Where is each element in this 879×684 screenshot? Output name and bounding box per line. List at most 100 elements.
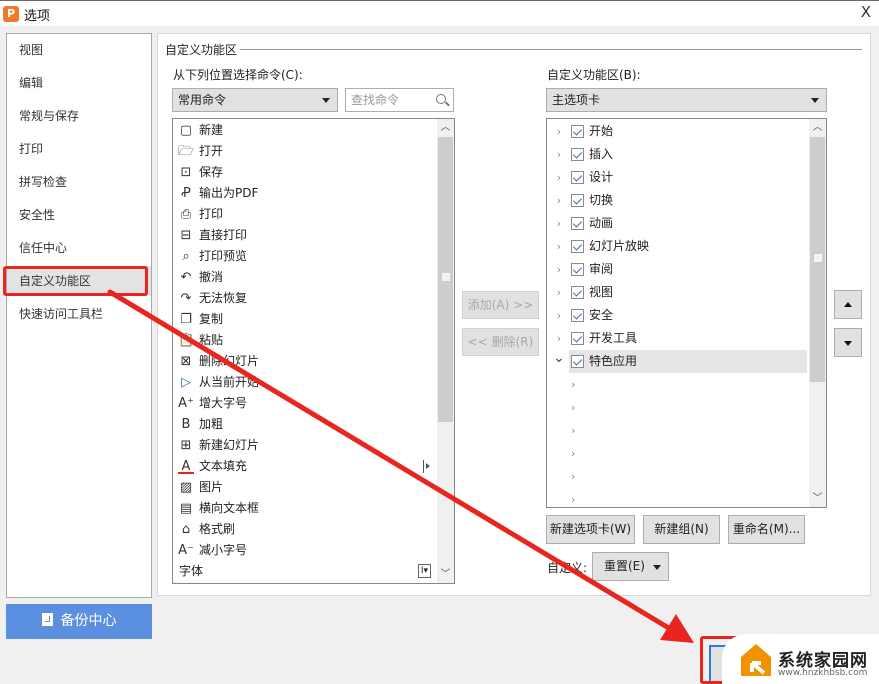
command-item[interactable]: 🗁 打开: [175, 141, 435, 162]
tab-checkbox[interactable]: [571, 309, 584, 322]
command-item[interactable]: ⊞ 新建幻灯片: [175, 435, 435, 456]
sidebar-item-view[interactable]: 视图: [7, 35, 151, 65]
move-down-button[interactable]: [834, 328, 862, 357]
arrow-up-icon: [844, 302, 852, 307]
tab-checkbox[interactable]: [571, 217, 584, 230]
command-item[interactable]: ⊟ 直接打印: [175, 225, 435, 246]
scroll-up-icon[interactable]: ︿: [437, 119, 454, 136]
scrollbar-thumb[interactable]: [810, 137, 825, 382]
ribbon-tab-item[interactable]: › 幻灯片放映: [549, 235, 807, 258]
tab-checkbox[interactable]: [571, 240, 584, 253]
close-button[interactable]: X: [861, 3, 871, 21]
chevron-right-icon[interactable]: ›: [571, 373, 591, 396]
tab-checkbox[interactable]: [571, 194, 584, 207]
tab-checkbox[interactable]: [571, 125, 584, 138]
command-source-dropdown[interactable]: 常用命令: [172, 88, 338, 112]
add-button[interactable]: 添加(A) >>: [462, 291, 539, 319]
chevron-right-icon[interactable]: ›: [553, 281, 565, 304]
chevron-right-icon[interactable]: ›: [571, 419, 591, 442]
ribbon-tab-item[interactable]: › 安全: [549, 304, 807, 327]
sidebar-item-spellcheck[interactable]: 拼写检查: [7, 167, 151, 197]
command-item[interactable]: ⌕ 打印预览: [175, 246, 435, 267]
tab-checkbox[interactable]: [571, 171, 584, 184]
ribbon-tab-item[interactable]: › 审阅: [549, 258, 807, 281]
tab-checkbox[interactable]: [571, 332, 584, 345]
command-item[interactable]: ⊡ 保存: [175, 162, 435, 183]
chevron-right-icon[interactable]: ›: [553, 120, 565, 143]
command-item[interactable]: ▨ 图片: [175, 477, 435, 498]
ribbon-tab-item[interactable]: › 插入: [549, 143, 807, 166]
ribbon-tab-item[interactable]: › 开发工具: [549, 327, 807, 350]
ribbon-tab-item[interactable]: › 视图: [549, 281, 807, 304]
ribbon-tab-item[interactable]: › 开始: [549, 120, 807, 143]
sidebar-item-security[interactable]: 安全性: [7, 200, 151, 230]
submenu-arrow-icon[interactable]: [423, 460, 432, 473]
chevron-right-icon[interactable]: ›: [553, 235, 565, 258]
textbox-icon: ▤: [179, 501, 193, 516]
chevron-down-icon[interactable]: ⌄: [553, 350, 565, 366]
ribbon-tabs-dropdown[interactable]: 主选项卡: [546, 88, 827, 112]
sidebar-item-customize-ribbon[interactable]: 自定义功能区: [7, 266, 151, 296]
bold-icon: B: [181, 417, 191, 432]
scroll-down-icon[interactable]: ﹀: [437, 566, 454, 583]
remove-button[interactable]: << 删除(R): [462, 328, 539, 356]
scroll-down-icon[interactable]: ﹀: [809, 490, 826, 507]
command-list[interactable]: 字体 I▾ A⁻ 减小字号 ⌂ 格式刷 ▤ 横向文本框 ▨ 图片 A 文本填充 ⊞ 新建幻灯片 B 加粗 A⁺ 增…: [172, 118, 455, 584]
move-up-button[interactable]: [834, 290, 862, 319]
command-item[interactable]: ▷ 从当前开始: [175, 372, 435, 393]
chevron-right-icon[interactable]: ›: [553, 143, 565, 166]
chevron-right-icon[interactable]: ›: [553, 189, 565, 212]
sidebar-item-trust-center[interactable]: 信任中心: [7, 233, 151, 263]
ribbon-tab-tree[interactable]: › › › › › › ⌄ 特色应用 › 开发工具 › 安全 › 视图 › 审阅 › 幻灯片放映 › 动画 › 切换 › 设计…: [546, 118, 827, 508]
font-picker-icon[interactable]: I▾: [418, 564, 431, 578]
tab-checkbox[interactable]: [571, 286, 584, 299]
tab-checkbox[interactable]: [571, 355, 584, 368]
chevron-right-icon[interactable]: ›: [553, 212, 565, 235]
command-list-scrollbar[interactable]: ︿ ﹀: [437, 119, 454, 583]
chevron-right-icon[interactable]: ›: [571, 442, 591, 465]
sidebar-item-general-save[interactable]: 常规与保存: [7, 101, 151, 131]
ribbon-tab-item[interactable]: › 设计: [549, 166, 807, 189]
command-item[interactable]: ▤ 横向文本框: [175, 498, 435, 519]
chevron-right-icon[interactable]: ›: [553, 258, 565, 281]
backup-center-button[interactable]: 备份中心: [6, 604, 152, 639]
ribbon-tab-item[interactable]: ⌄ 特色应用: [553, 350, 807, 373]
chevron-right-icon[interactable]: ›: [553, 166, 565, 189]
command-item[interactable]: A⁺ 增大字号: [175, 393, 435, 414]
command-item[interactable]: 字体 I▾: [175, 561, 435, 582]
new-group-button[interactable]: 新建组(N): [643, 515, 720, 544]
rename-button[interactable]: 重命名(M)...: [728, 515, 805, 544]
scrollbar-thumb[interactable]: [438, 137, 453, 422]
new-tab-button[interactable]: 新建选项卡(W): [546, 515, 635, 544]
chevron-right-icon[interactable]: ›: [553, 327, 565, 350]
ribbon-tab-item[interactable]: › 动画: [549, 212, 807, 235]
command-item[interactable]: 📋 粘贴: [175, 330, 435, 351]
scrollbar-grip: [813, 254, 822, 262]
tab-checkbox[interactable]: [571, 263, 584, 276]
section-title: 自定义功能区: [165, 41, 241, 58]
command-item[interactable]: ⊠ 删除幻灯片: [175, 351, 435, 372]
command-item[interactable]: ↶ 撤消: [175, 267, 435, 288]
command-item[interactable]: Ꝓ 输出为PDF: [175, 183, 435, 204]
sidebar-item-print[interactable]: 打印: [7, 134, 151, 164]
command-item[interactable]: ↷ 无法恢复: [175, 288, 435, 309]
ribbon-tab-item[interactable]: › 切换: [549, 189, 807, 212]
scroll-up-icon[interactable]: ︿: [809, 119, 826, 136]
command-item[interactable]: ▢ 新建: [175, 120, 435, 141]
command-item[interactable]: B 加粗: [175, 414, 435, 435]
chevron-right-icon[interactable]: ›: [571, 465, 591, 488]
sidebar-item-quick-access-toolbar[interactable]: 快速访问工具栏: [7, 299, 151, 329]
reset-dropdown-button[interactable]: 重置(E): [592, 552, 669, 581]
chevron-right-icon[interactable]: ›: [571, 396, 591, 419]
sidebar-item-edit[interactable]: 编辑: [7, 68, 151, 98]
command-search-input[interactable]: 查找命令: [345, 88, 454, 112]
chevron-right-icon[interactable]: ›: [553, 304, 565, 327]
chevron-right-icon[interactable]: ›: [571, 488, 591, 507]
command-item[interactable]: ⎙ 打印: [175, 204, 435, 225]
command-item[interactable]: A 文本填充: [175, 456, 435, 477]
command-item[interactable]: ❐ 复制: [175, 309, 435, 330]
ribbon-tree-scrollbar[interactable]: ︿ ﹀: [809, 119, 826, 507]
command-item[interactable]: A⁻ 减小字号: [175, 540, 435, 561]
command-item[interactable]: ⌂ 格式刷: [175, 519, 435, 540]
tab-checkbox[interactable]: [571, 148, 584, 161]
